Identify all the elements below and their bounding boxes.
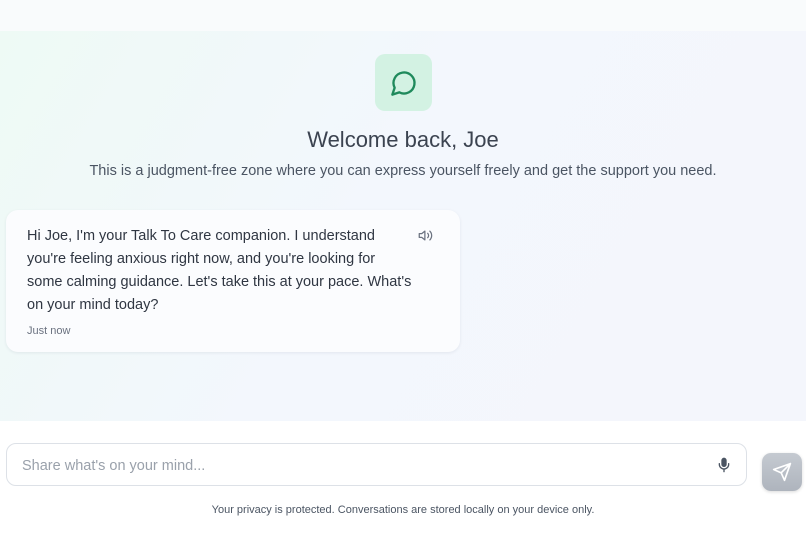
read-aloud-button[interactable] [418, 228, 434, 244]
voice-input-button[interactable] [716, 456, 734, 474]
privacy-note: Your privacy is protected. Conversations… [211, 504, 595, 516]
chat-bubble-icon [390, 70, 416, 96]
send-button[interactable] [762, 453, 802, 491]
logo-tile [375, 54, 432, 111]
message-input[interactable] [20, 444, 704, 487]
page-subtitle: This is a judgment-free zone where you c… [89, 163, 717, 179]
message-text: Hi Joe, I'm your Talk To Care companion.… [27, 228, 412, 313]
assistant-message: Hi Joe, I'm your Talk To Care companion.… [6, 210, 460, 352]
microphone-icon [718, 457, 730, 473]
message-timestamp: Just now [27, 325, 71, 337]
chat-area: Welcome back, Joe This is a judgment-fre… [0, 31, 806, 421]
send-icon [772, 462, 792, 482]
message-composer [6, 443, 747, 487]
page-title: Welcome back, Joe [307, 127, 499, 152]
speaker-icon [418, 230, 433, 241]
top-bar [0, 0, 806, 31]
